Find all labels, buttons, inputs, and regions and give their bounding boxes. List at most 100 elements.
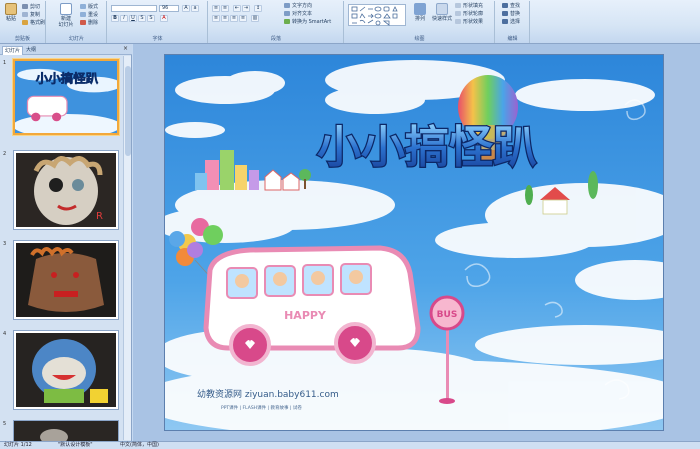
- slides-pane: 幻灯片 大纲 × 1 小小搞怪趴 2 R 3 4 5: [0, 44, 132, 442]
- status-bar: 幻灯片 1/12 "默认设计模板" 中文(简体，中国): [0, 441, 700, 449]
- thumbnail-3-image: [14, 241, 118, 319]
- thumbnail-5-image: [14, 421, 118, 441]
- font-name-field[interactable]: [111, 5, 157, 12]
- slide-thumbnail-3[interactable]: [13, 240, 119, 320]
- paste-button[interactable]: 粘贴: [3, 3, 19, 22]
- smartart-icon: [284, 19, 290, 24]
- line-spacing-button[interactable]: ↕: [254, 5, 262, 12]
- paste-icon: [5, 3, 17, 15]
- decrease-indent-button[interactable]: ⇤: [233, 5, 241, 12]
- reset-icon: [80, 12, 86, 17]
- font-color-button[interactable]: A: [160, 15, 168, 22]
- underline-button[interactable]: U: [129, 15, 137, 22]
- svg-text:R: R: [96, 211, 103, 222]
- copy-button[interactable]: 复制: [22, 12, 40, 19]
- font-group: 96 A a B I U S S A 字体: [108, 1, 208, 43]
- italic-button[interactable]: I: [120, 15, 128, 22]
- slide-title: 小小搞怪趴: [317, 122, 537, 173]
- layout-icon: [80, 4, 86, 9]
- shape-outline-button[interactable]: 形状轮廓: [455, 11, 483, 18]
- text-direction-button[interactable]: 文字方向: [284, 3, 312, 10]
- current-slide[interactable]: 小小搞怪趴 HAPPY BUS 幼教资源网 ziyuan.baby611.com…: [164, 54, 664, 431]
- cut-button[interactable]: 剪切: [22, 4, 40, 11]
- shrink-font-button[interactable]: a: [191, 5, 199, 12]
- close-pane-icon[interactable]: ×: [123, 45, 128, 52]
- scissors-icon: [22, 4, 28, 9]
- tab-outline[interactable]: 大纲: [24, 46, 38, 55]
- cursor-icon: [502, 19, 508, 24]
- binoculars-icon: [502, 3, 508, 8]
- outline-icon: [455, 11, 461, 16]
- reset-button[interactable]: 重设: [80, 12, 98, 19]
- slide-thumbnail-1[interactable]: 小小搞怪趴: [13, 59, 119, 135]
- grow-font-button[interactable]: A: [182, 5, 190, 12]
- strikethrough-button[interactable]: S: [138, 15, 146, 22]
- align-text-button[interactable]: 对齐文本: [284, 11, 312, 18]
- increase-indent-button[interactable]: ⇥: [242, 5, 250, 12]
- shapes-gallery[interactable]: [348, 4, 406, 26]
- thumbnail-4-image: [14, 331, 118, 409]
- align-right-button[interactable]: ≡: [230, 15, 238, 22]
- quick-styles-icon: [436, 3, 448, 15]
- drawing-label: 绘图: [414, 36, 425, 42]
- ribbon: 粘贴 剪切 复制 格式刷 剪贴板 新建 幻灯片 版式 重设 删除 幻灯片 96 …: [0, 0, 700, 44]
- new-slide-button[interactable]: 新建 幻灯片: [57, 3, 75, 28]
- paragraph-group: ≡ ≡ ⇤ ⇥ ↕ ≡ ≡ ≡ ≡ ▥ 文字方向 对齐文本 转换为 SmartA…: [209, 1, 344, 43]
- slide-editor: 小小搞怪趴 HAPPY BUS 幼教资源网 ziyuan.baby611.com…: [133, 44, 700, 441]
- numbering-button[interactable]: ≡: [221, 5, 229, 12]
- clipboard-group: 粘贴 剪切 复制 格式刷 剪贴板: [0, 1, 46, 43]
- watermark-sub: PPT课件 | FLASH课件 | 教育故事 | 试卷: [221, 404, 302, 411]
- pane-tabs: 幻灯片 大纲 ×: [0, 44, 132, 55]
- shapes-gallery-icons: [351, 6, 398, 26]
- bus-text: HAPPY: [284, 309, 327, 322]
- bold-button[interactable]: B: [111, 15, 119, 22]
- font-size-field[interactable]: 96: [159, 5, 179, 12]
- clipboard-label: 剪贴板: [14, 36, 30, 42]
- quick-styles-button[interactable]: 快速样式: [431, 3, 453, 22]
- select-button[interactable]: 选择: [502, 19, 520, 26]
- align-left-button[interactable]: ≡: [212, 15, 220, 22]
- slide-thumbnail-2[interactable]: R: [13, 150, 119, 230]
- text-direction-icon: [284, 3, 290, 8]
- delete-icon: [80, 20, 86, 25]
- replace-button[interactable]: 替换: [502, 11, 520, 18]
- slide-thumbnail-4[interactable]: [13, 330, 119, 410]
- shadow-button[interactable]: S: [147, 15, 155, 22]
- columns-button[interactable]: ▥: [251, 15, 259, 22]
- slide-count: 幻灯片 1/12: [4, 442, 32, 448]
- thumbnail-number: 5: [3, 421, 7, 427]
- slide-thumbnail-5[interactable]: [13, 420, 119, 442]
- thumbnail-2-image: R: [14, 151, 118, 229]
- font-label: 字体: [152, 36, 163, 42]
- justify-button[interactable]: ≡: [239, 15, 247, 22]
- shape-fill-button[interactable]: 形状填充: [455, 3, 483, 10]
- align-center-button[interactable]: ≡: [221, 15, 229, 22]
- scrollbar-thumb[interactable]: [125, 66, 131, 156]
- smartart-button[interactable]: 转换为 SmartArt: [284, 19, 331, 26]
- paragraph-label: 段落: [270, 36, 281, 42]
- slide-canvas: 小小搞怪趴 HAPPY BUS 幼教资源网 ziyuan.baby611.com…: [165, 55, 663, 430]
- arrange-button[interactable]: 排列: [411, 3, 429, 22]
- format-painter-button[interactable]: 格式刷: [22, 20, 45, 27]
- bus: HAPPY: [203, 245, 421, 366]
- editing-group: 查找 替换 选择 编辑: [496, 1, 530, 43]
- bullets-button[interactable]: ≡: [212, 5, 220, 12]
- thumbnail-number: 1: [3, 60, 7, 66]
- fill-icon: [455, 3, 461, 8]
- thumbnail-number: 4: [3, 331, 7, 337]
- thumbnail-number: 3: [3, 241, 7, 247]
- slides-group: 新建 幻灯片 版式 重设 删除 幻灯片: [47, 1, 107, 43]
- svg-text:小小搞怪趴: 小小搞怪趴: [35, 71, 98, 86]
- layout-button[interactable]: 版式: [80, 4, 98, 11]
- find-button[interactable]: 查找: [502, 3, 520, 10]
- language-indicator: 中文(简体，中国): [120, 442, 159, 448]
- tab-slides[interactable]: 幻灯片: [2, 46, 24, 55]
- theme-name: "默认设计模板": [58, 442, 93, 448]
- thumbnail-scrollbar[interactable]: [123, 56, 131, 440]
- arrange-icon: [414, 3, 426, 15]
- shape-effects-button[interactable]: 形状效果: [455, 19, 483, 26]
- thumbnail-1-image: 小小搞怪趴: [15, 61, 117, 133]
- delete-slide-button[interactable]: 删除: [80, 20, 98, 27]
- copy-icon: [22, 12, 28, 17]
- slides-label: 幻灯片: [68, 36, 84, 42]
